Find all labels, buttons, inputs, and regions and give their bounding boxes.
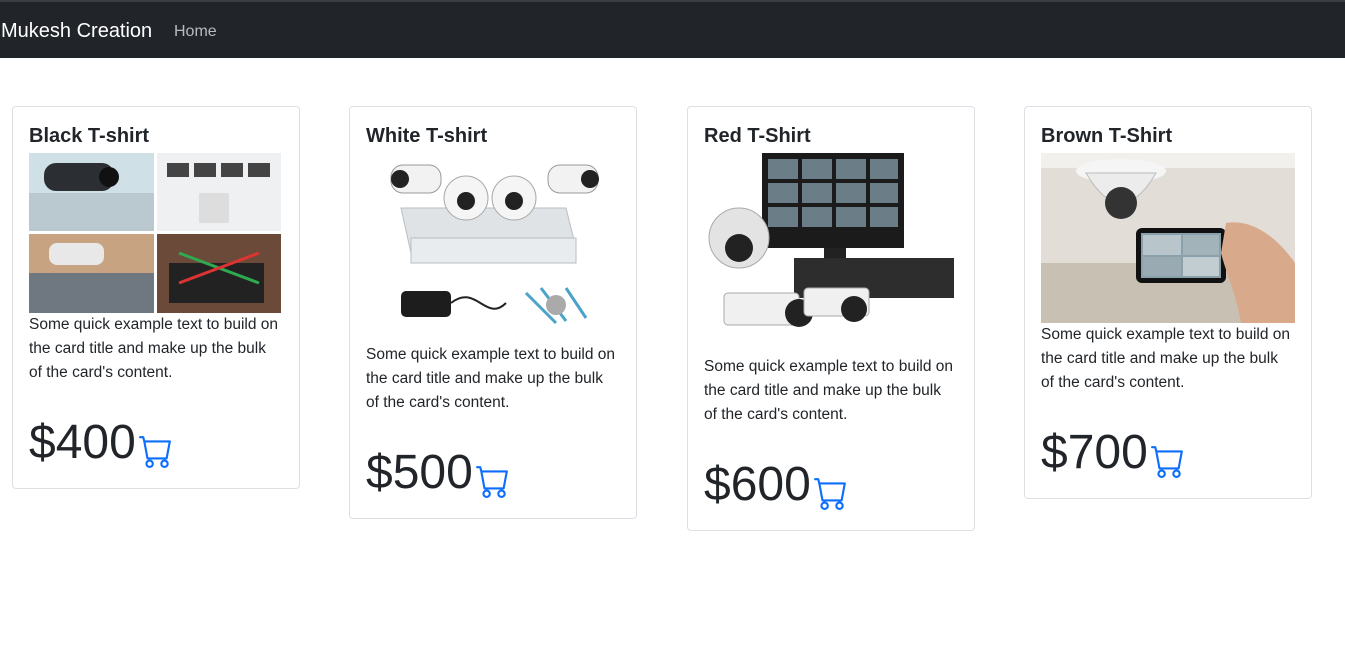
price-row: $600: [704, 456, 958, 514]
card-title: White T-shirt: [366, 125, 488, 147]
card-title: Brown T-Shirt: [1041, 125, 1173, 147]
cart-icon[interactable]: [1150, 444, 1185, 478]
cctv-monitor-image: [704, 153, 956, 355]
price: $400: [29, 416, 136, 469]
cart-icon[interactable]: [813, 476, 848, 510]
product-card: White T-shirt Some quick example text to…: [349, 106, 637, 519]
price: $600: [704, 458, 811, 511]
dome-camera-phone-image: [1041, 153, 1295, 323]
brand-link[interactable]: Mukesh Creation: [1, 19, 152, 43]
card-text: Some quick example text to build on the …: [1041, 326, 1290, 391]
price: $500: [366, 446, 473, 499]
cart-icon[interactable]: [475, 464, 510, 498]
price-row: $400: [29, 414, 283, 472]
nav-link-home[interactable]: Home: [174, 22, 217, 42]
card-text: Some quick example text to build on the …: [29, 316, 278, 381]
cctv-kit-image: [366, 153, 618, 343]
price-row: $700: [1041, 424, 1295, 482]
price: $700: [1041, 426, 1148, 479]
cctv-collage-image: [29, 153, 281, 313]
price-row: $500: [366, 444, 620, 502]
navbar: Mukesh Creation Home: [0, 0, 1345, 58]
cart-icon[interactable]: [138, 434, 173, 468]
card-text: Some quick example text to build on the …: [366, 346, 615, 411]
product-card: Brown T-Shirt Some quick example text to…: [1024, 106, 1312, 499]
product-card: Black T-shirt Some quick example text to…: [12, 106, 300, 489]
card-title: Black T-shirt: [29, 125, 150, 147]
card-title: Red T-Shirt: [704, 125, 811, 147]
product-card: Red T-Shirt Some quick example text to b…: [687, 106, 975, 531]
card-text: Some quick example text to build on the …: [704, 358, 953, 423]
